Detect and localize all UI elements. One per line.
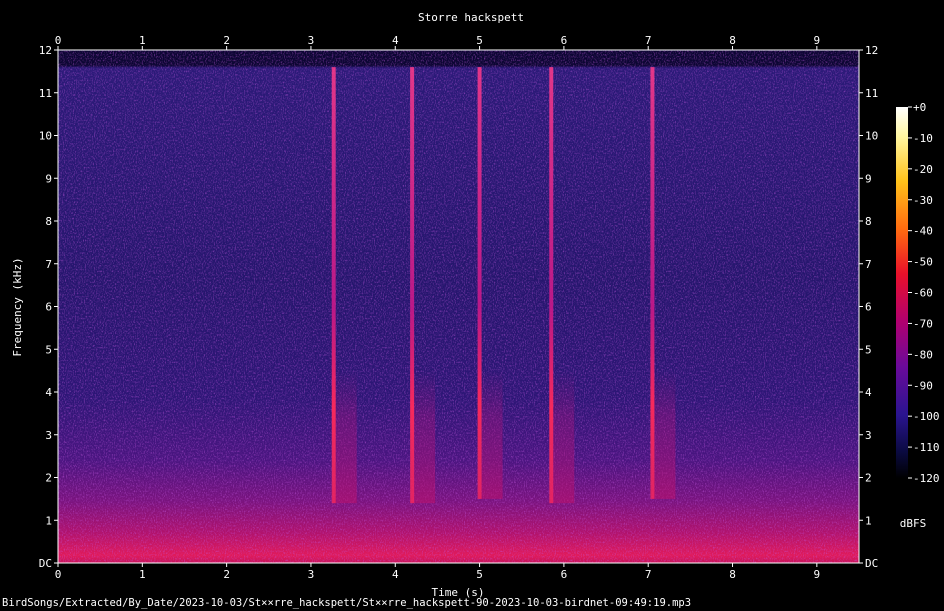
strike-glow <box>550 370 575 504</box>
y-tick-label: 12 <box>865 44 878 57</box>
x-tick-label: 3 <box>308 34 315 47</box>
y-tick-label: 7 <box>865 258 872 271</box>
y-tick-label: DC <box>865 557 878 570</box>
y-tick-label: 3 <box>45 429 52 442</box>
y-tick-label: DC <box>39 557 52 570</box>
x-tick-label: 4 <box>392 568 399 581</box>
y-tick-label: 1 <box>865 514 872 527</box>
colorbar-tick-label: -90 <box>913 379 933 392</box>
y-tick-label: 4 <box>45 386 52 399</box>
colorbar-tick-label: -60 <box>913 287 933 300</box>
x-tick-label: 9 <box>814 34 821 47</box>
colorbar-tick-label: -80 <box>913 348 933 361</box>
file-path: BirdSongs/Extracted/By_Date/2023-10-03/S… <box>2 597 692 609</box>
strike-glow <box>411 370 436 504</box>
y-axis-left: DC123456789101112 <box>39 44 58 570</box>
colorbar-tick-label: -100 <box>913 410 940 423</box>
x-tick-label: 6 <box>561 568 568 581</box>
y-tick-label: 6 <box>865 301 872 314</box>
colorbar-ticks: +0 -10 -20 -30 -40 -50 -60 -70 -80 -90 -100 -110 -12… <box>908 101 940 485</box>
x-tick-label: 0 <box>55 568 62 581</box>
spectrogram-noise <box>58 50 859 563</box>
strike-4 <box>549 67 554 504</box>
y-axis-right: DC123456789101112 <box>859 44 878 570</box>
y-tick-label: 7 <box>45 258 52 271</box>
y-tick-label: 2 <box>45 472 52 485</box>
x-tick-label: 5 <box>476 568 483 581</box>
y-tick-label: 11 <box>865 87 878 100</box>
x-axis-top: 0 1 2 3 4 5 6 7 8 9 <box>55 34 820 50</box>
strike-1 <box>331 67 336 504</box>
colorbar-tick-label: +0 <box>913 101 926 114</box>
x-tick-label: 8 <box>729 34 736 47</box>
spectrogram-chart: Storre hackspett 0123456789 0123456789 D… <box>11 11 940 599</box>
colorbar-tick-label: -50 <box>913 256 933 269</box>
y-tick-label: 5 <box>865 343 872 356</box>
x-tick-label: 7 <box>645 568 652 581</box>
y-tick-label: 12 <box>39 44 52 57</box>
y-tick-label: 9 <box>45 172 52 185</box>
x-tick-label: 7 <box>645 34 652 47</box>
x-tick-label: 0 <box>55 34 62 47</box>
y-tick-label: 5 <box>45 343 52 356</box>
y-tick-label: 2 <box>865 472 872 485</box>
colorbar-gradient <box>896 107 908 478</box>
y-tick-label: 9 <box>865 172 872 185</box>
x-tick-label: 2 <box>223 568 230 581</box>
plot-area <box>57 49 860 564</box>
y-tick-label: 8 <box>865 215 872 228</box>
colorbar-tick-label: -40 <box>913 225 933 238</box>
strike-2 <box>410 67 415 504</box>
y-tick-label: 10 <box>865 130 878 143</box>
x-tick-label: 1 <box>139 34 146 47</box>
x-tick-label: 4 <box>392 34 399 47</box>
x-tick-label: 6 <box>561 34 568 47</box>
y-tick-label: 1 <box>45 514 52 527</box>
x-tick-label: 5 <box>476 34 483 47</box>
colorbar-tick-label: -30 <box>913 194 933 207</box>
strike-3 <box>477 67 482 499</box>
colorbar-label: dBFS <box>900 517 927 530</box>
strike-glow <box>332 370 357 504</box>
x-tick-label: 1 <box>139 568 146 581</box>
strike-glow <box>478 370 503 499</box>
y-tick-label: 3 <box>865 429 872 442</box>
x-tick-label: 3 <box>308 568 315 581</box>
x-tick-label: 9 <box>814 568 821 581</box>
y-tick-label: 4 <box>865 386 872 399</box>
y-tick-label: 11 <box>39 87 52 100</box>
y-tick-label: 10 <box>39 130 52 143</box>
colorbar-tick-label: -120 <box>913 472 940 485</box>
y-tick-label: 6 <box>45 301 52 314</box>
colorbar-tick-label: -110 <box>913 441 940 454</box>
strike-5 <box>650 67 655 499</box>
chart-title: Storre hackspett <box>418 11 524 24</box>
x-tick-label: 2 <box>223 34 230 47</box>
colorbar-tick-label: -70 <box>913 317 933 330</box>
colorbar-tick-label: -10 <box>913 132 933 145</box>
x-axis-bottom: 0 1 2 3 4 5 6 7 8 9 <box>55 563 820 581</box>
x-tick-label: 8 <box>729 568 736 581</box>
y-axis-label: Frequency (kHz) <box>11 257 24 356</box>
colorbar-tick-label: -20 <box>913 163 933 176</box>
colorbar: +0 -10 -20 -30 -40 -50 -60 -70 -80 -90 -100 -110 -12… <box>896 101 940 530</box>
strike-glow <box>651 370 676 499</box>
y-tick-label: 8 <box>45 215 52 228</box>
